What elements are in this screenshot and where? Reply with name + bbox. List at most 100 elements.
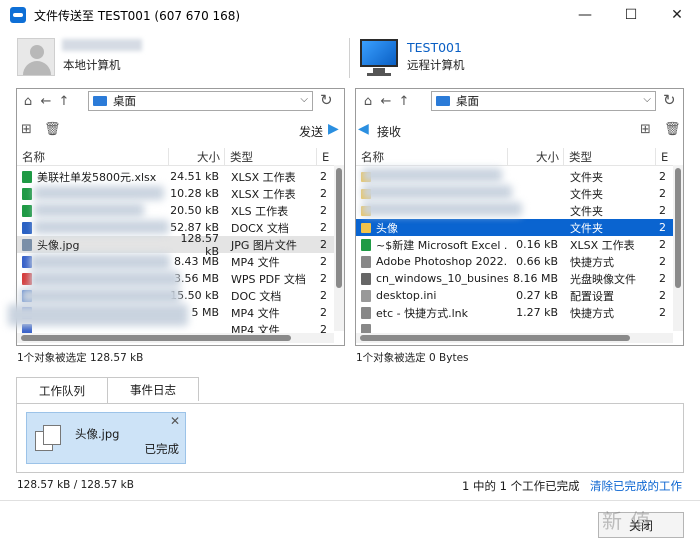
file-type: 文件夹: [570, 170, 603, 184]
file-name: Adobe Photoshop 2022.lnk: [376, 255, 508, 268]
file-size: 8.43 MB: [173, 255, 219, 268]
file-row[interactable]: 美联社单发5800元.xlsx 24.51 kB XLSX 工作表 2: [17, 168, 334, 185]
send-button[interactable]: 发送: [299, 123, 323, 140]
remote-horizontal-scrollbar[interactable]: [356, 333, 673, 343]
back-arrow-icon[interactable]: ←: [37, 94, 55, 109]
file-row[interactable]: desktop.ini 0.27 kB 配置设置 2: [356, 287, 673, 304]
file-type: XLSX 工作表: [231, 187, 296, 201]
transfer-summary-bar: 128.57 kB / 128.57 kB 1 中的 1 个工作已完成 清除已完…: [0, 474, 700, 496]
new-folder-icon[interactable]: ⊞: [640, 122, 651, 137]
remote-refresh-icon[interactable]: ↻: [663, 91, 676, 109]
send-arrow-icon[interactable]: ▶: [328, 121, 339, 137]
footer-divider: [0, 500, 700, 501]
clear-completed-link[interactable]: 清除已完成的工作: [590, 478, 682, 494]
file-extra: 2: [320, 289, 327, 302]
redacted-filename: [34, 203, 144, 217]
teamviewer-logo-icon: [10, 7, 26, 23]
iso-file-icon: [361, 272, 371, 285]
file-row[interactable]: 头像.jpg 128.57 kB JPG 图片文件 2: [17, 232, 334, 258]
col-extra[interactable]: E: [317, 148, 334, 165]
file-extra: 2: [659, 272, 666, 285]
maximize-button[interactable]: ☐: [608, 0, 654, 30]
home-icon[interactable]: ⌂: [19, 94, 37, 109]
file-type: MP4 文件: [231, 306, 280, 320]
col-name[interactable]: 名称: [356, 148, 508, 165]
minimize-button[interactable]: —: [562, 0, 608, 30]
job-filename: 头像.jpg: [75, 427, 120, 441]
redacted-filename: [30, 254, 170, 270]
img-file-icon: [22, 238, 32, 251]
header-divider: [349, 38, 350, 78]
file-extra: 2: [659, 238, 666, 251]
file-row[interactable]: etc - 快捷方式.lnk 1.27 kB 快捷方式 2: [356, 304, 673, 321]
docx-file-icon: [22, 221, 32, 234]
local-refresh-icon[interactable]: ↻: [320, 91, 333, 109]
home-icon[interactable]: ⌂: [359, 94, 377, 109]
file-size: 0.66 kB: [516, 255, 558, 268]
delete-icon[interactable]: 🗑: [44, 122, 61, 137]
file-extra: 2: [320, 204, 327, 217]
remote-path-dropdown[interactable]: 桌面 ⌵: [431, 91, 656, 111]
remote-status: 1个对象被选定 0 Bytes: [356, 352, 469, 364]
redacted-filename: [8, 304, 188, 326]
job-close-icon[interactable]: ✕: [170, 414, 180, 428]
file-size: 1.27 kB: [516, 306, 558, 319]
file-name: cn_windows_10_business_...: [376, 272, 508, 285]
redacted-filename: [362, 202, 522, 216]
col-name[interactable]: 名称: [17, 148, 169, 165]
file-type: 文件夹: [570, 204, 603, 218]
col-size[interactable]: 大小: [508, 148, 564, 165]
up-arrow-icon[interactable]: ↑: [55, 94, 73, 109]
back-arrow-icon[interactable]: ←: [377, 94, 395, 109]
col-extra[interactable]: E: [656, 148, 673, 165]
redacted-filename: [362, 168, 502, 182]
up-arrow-icon[interactable]: ↑: [395, 94, 413, 109]
ini-file-icon: [361, 289, 371, 302]
xlsx-file-icon: [22, 170, 32, 183]
job-status: 已完成: [144, 442, 180, 456]
file-extra: 2: [320, 272, 327, 285]
remote-vertical-scrollbar[interactable]: [673, 165, 683, 331]
receive-arrow-icon[interactable]: ◀: [358, 121, 369, 137]
local-status: 1个对象被选定 128.57 kB: [17, 352, 144, 364]
col-type[interactable]: 类型: [225, 148, 317, 165]
file-row[interactable]: ~$新建 Microsoft Excel ... 0.16 kB XLSX 工作表 2: [356, 236, 673, 253]
watermark: 新 值: [602, 509, 652, 533]
tab-event-log[interactable]: 事件日志: [107, 377, 199, 401]
file-row[interactable]: Adobe Photoshop 2022.lnk 0.66 kB 快捷方式 2: [356, 253, 673, 270]
local-user-avatar-icon: [17, 38, 55, 76]
local-vertical-scrollbar[interactable]: [334, 165, 344, 331]
file-type: JPG 图片文件: [231, 238, 297, 252]
file-extra: 2: [320, 221, 327, 234]
col-type[interactable]: 类型: [564, 148, 656, 165]
new-folder-icon[interactable]: ⊞: [21, 122, 32, 137]
desktop-folder-icon: [436, 96, 450, 106]
remote-column-header: 名称 大小 类型 E: [356, 148, 673, 166]
receive-button[interactable]: 接收: [377, 123, 401, 140]
delete-icon[interactable]: 🗑: [664, 122, 681, 137]
folder-file-icon: [361, 222, 371, 233]
file-extra: 2: [659, 221, 666, 234]
remote-monitor-icon: [360, 39, 398, 67]
tab-work-queue[interactable]: 工作队列: [16, 377, 108, 403]
file-type: 快捷方式: [570, 306, 614, 320]
local-horizontal-scrollbar[interactable]: [17, 333, 334, 343]
file-extra: 2: [659, 187, 666, 200]
file-name: 头像: [376, 221, 398, 235]
lnk-file-icon: [361, 255, 371, 268]
col-size[interactable]: 大小: [169, 148, 225, 165]
file-extra: 2: [659, 289, 666, 302]
file-size: 0.27 kB: [516, 289, 558, 302]
file-row[interactable]: cn_windows_10_business_... 8.16 MB 光盘映像文件 2: [356, 270, 673, 287]
close-window-button[interactable]: ✕: [654, 0, 700, 30]
file-size: 0.16 kB: [516, 238, 558, 251]
file-extra: 2: [659, 306, 666, 319]
transfer-job-card[interactable]: 头像.jpg 已完成 ✕: [26, 412, 186, 464]
file-size: 24.51 kB: [170, 170, 219, 183]
file-row[interactable]: 头像 文件夹 2: [356, 219, 673, 236]
file-name: ~$新建 Microsoft Excel ...: [376, 238, 508, 252]
file-extra: 2: [320, 170, 327, 183]
desktop-folder-icon: [93, 96, 107, 106]
local-path-dropdown[interactable]: 桌面 ⌵: [88, 91, 313, 111]
redacted-filename: [34, 186, 164, 200]
